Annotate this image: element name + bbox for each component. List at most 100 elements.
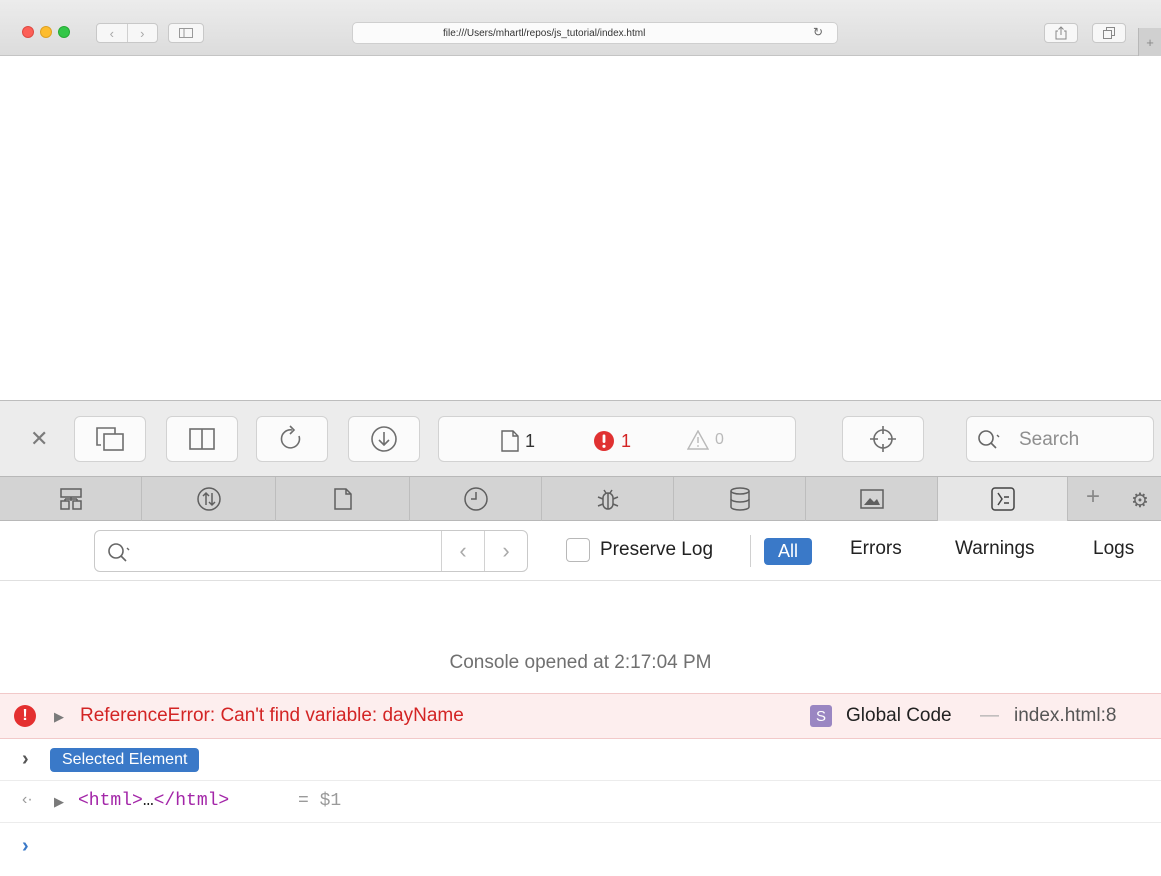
dock-side-button[interactable] [166,416,238,462]
download-icon [371,426,397,452]
devtools-search[interactable] [966,416,1154,462]
tab-debugger[interactable] [542,477,674,521]
result-arrow-icon: ‹· [22,791,33,808]
reload-icon [280,425,301,449]
search-icon [978,430,1000,449]
document-icon [501,430,519,452]
level-errors-button[interactable]: Errors [850,538,902,560]
download-archive-button[interactable] [348,416,420,462]
tabs-icon [1103,27,1115,39]
warnings-count-value: 0 [715,431,724,448]
resources-count-value: 1 [525,430,536,451]
tab-canvas[interactable] [806,477,938,521]
web-content [0,56,1161,400]
prompt-chevron-icon: › [22,835,29,857]
database-icon [729,487,750,511]
inspect-element-button[interactable] [842,416,924,462]
add-tab-icon[interactable]: + [1086,483,1100,511]
detach-window-icon [96,427,124,451]
tab-elements[interactable] [0,477,142,521]
browser-titlebar: ‹ › file:///Users/mhartl/repos/js_tutori… [0,0,1161,56]
console-input-row: › Selected Element [0,739,1161,781]
error-separator: — [980,705,999,726]
reload-page-button[interactable] [256,416,328,462]
html-open-tag: <html> [78,791,143,811]
reload-icon[interactable]: ↻ [813,25,823,39]
tab-storage[interactable] [674,477,806,521]
console-icon [990,487,1015,511]
console-opened-message: Console opened at 2:17:04 PM [449,652,712,673]
tab-timelines[interactable] [410,477,542,521]
console-result-row: ‹· ▶ <html>…</html> = $1 [0,781,1161,823]
error-icon: ! [14,705,36,727]
html-close-tag: </html> [153,791,230,811]
close-devtools-icon[interactable]: ✕ [30,426,48,452]
gear-icon[interactable]: ⚙ [1131,488,1149,513]
next-match-button[interactable]: › [484,531,527,571]
share-button[interactable] [1044,23,1078,43]
show-tabs-button[interactable] [1092,23,1126,43]
zoom-window-button[interactable] [58,26,70,38]
bug-icon [597,489,618,510]
clock-icon [463,487,488,511]
console-output: Console opened at 2:17:04 PM ! ▶ Referen… [0,582,1161,876]
console-error-row[interactable]: ! ▶ ReferenceError: Can't find variable:… [0,693,1161,739]
resources-icon [333,488,352,510]
address-text: file:///Users/mhartl/repos/js_tutorial/i… [443,28,646,39]
html-ellipsis: … [142,791,154,811]
minimize-window-button[interactable] [40,26,52,38]
preserve-log-checkbox[interactable] [566,538,590,562]
dock-right-icon [189,428,215,450]
error-location-link[interactable]: index.html:8 [1014,705,1116,727]
divider [750,535,751,567]
prompt-chevron-icon: › [22,748,29,770]
tab-console[interactable] [938,477,1068,521]
address-bar[interactable]: file:///Users/mhartl/repos/js_tutorial/i… [352,22,838,44]
filter-nav: ‹ › [441,531,527,571]
sidebar-icon [179,28,193,38]
errors-count[interactable]: 1 [593,430,631,452]
warning-icon [687,430,709,450]
devtools-toolbar: ✕ 1 1 0 Search [0,400,1161,476]
console-filter-input[interactable] [137,540,437,564]
share-icon [1055,26,1067,40]
history-nav: ‹ › [96,23,158,43]
console-filter[interactable]: ‹ › [94,530,528,572]
undock-button[interactable] [74,416,146,462]
disclosure-triangle-icon[interactable]: ▶ [54,709,64,725]
disclosure-triangle-icon[interactable]: ▶ [54,794,64,810]
back-button[interactable]: ‹ [97,24,127,42]
console-filterbar: ‹ › Preserve Log All Errors Warnings Log… [0,521,1161,581]
search-icon [108,543,130,562]
level-warnings-button[interactable]: Warnings [955,538,1035,560]
forward-button[interactable]: › [126,24,158,42]
sidebar-toggle-button[interactable] [168,23,204,43]
level-all-button[interactable]: All [764,538,813,565]
devtools-tabbar: + ⚙ [0,476,1161,521]
result-assignment: = $1 [298,791,342,811]
error-function[interactable]: Global Code [846,705,952,727]
function-badge: S [810,705,832,727]
warnings-count[interactable]: 0 [687,430,724,450]
level-logs-button[interactable]: Logs [1093,538,1134,560]
devtools-search-input[interactable] [1019,427,1139,453]
resources-count[interactable]: 1 [501,430,535,452]
close-window-button[interactable] [22,26,34,38]
dashboard-summary[interactable]: 1 1 0 [438,416,796,462]
tab-resources[interactable] [276,477,410,521]
result-node[interactable]: <html>…</html> [78,791,229,811]
previous-match-button[interactable]: ‹ [442,531,484,571]
preserve-log[interactable]: Preserve Log [566,538,713,562]
error-message: ReferenceError: Can't find variable: day… [80,705,464,726]
console-prompt-row[interactable]: › [0,823,1161,873]
preserve-log-label: Preserve Log [600,539,714,560]
new-tab-button[interactable]: + [1138,28,1161,56]
tab-network[interactable] [142,477,276,521]
network-icon [196,487,221,511]
errors-count-value: 1 [621,430,632,451]
elements-icon [59,488,82,510]
image-icon [859,489,884,509]
crosshair-icon [870,426,896,452]
error-icon [594,431,614,451]
selected-element-badge[interactable]: Selected Element [50,748,200,772]
